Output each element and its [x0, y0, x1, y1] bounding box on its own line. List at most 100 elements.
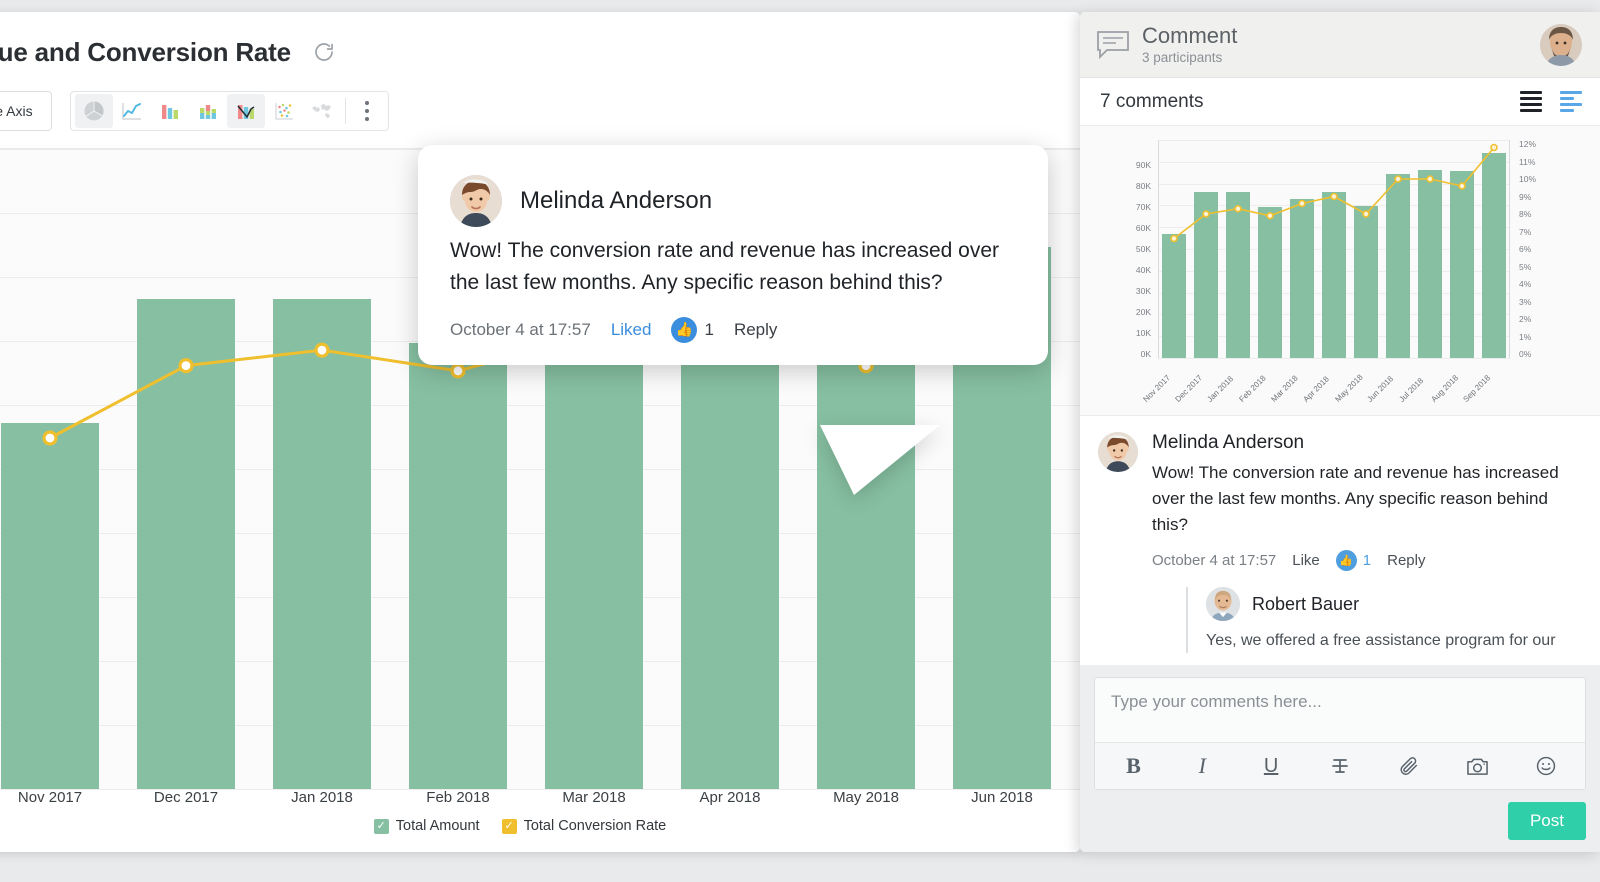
x-axis-tick: Nov 2017: [18, 789, 82, 806]
mini-x-tick: Feb 2018: [1237, 374, 1267, 404]
thumbs-up-icon: 👍: [671, 317, 697, 343]
callout-header: Melinda Anderson: [450, 175, 1016, 227]
avatar-melinda-anderson: [1098, 432, 1138, 472]
x-axis-tick: Mar 2018: [562, 789, 625, 806]
avatar-melinda-anderson: [450, 175, 502, 227]
mini-y2-tick: 6%: [1519, 244, 1531, 254]
mini-y-tick: 80K: [1136, 181, 1151, 191]
stacked-bar-chart-icon[interactable]: [189, 94, 227, 128]
callout-timestamp: October 4 at 17:57: [450, 320, 591, 340]
mini-x-tick: May 2018: [1333, 373, 1364, 404]
avatar-current-user[interactable]: [1540, 24, 1582, 66]
legend-checkbox[interactable]: ✓: [374, 819, 389, 834]
underline-icon[interactable]: U: [1249, 749, 1293, 783]
sidebar-mini-chart[interactable]: 0K10K20K30K40K50K60K70K80K90K 0%1%2%3%4%…: [1080, 126, 1600, 416]
comment-composer: Type your comments here... B I U: [1080, 665, 1600, 852]
x-axis-tick: Jan 2018: [291, 789, 353, 806]
reply-author: Robert Bauer: [1252, 594, 1359, 615]
avatar-robert-bauer: [1206, 587, 1240, 621]
bold-icon[interactable]: B: [1111, 749, 1155, 783]
merge-axis-button[interactable]: Merge Axis: [0, 91, 52, 131]
post-button[interactable]: Post: [1508, 802, 1586, 840]
mini-y-tick: 10K: [1136, 328, 1151, 338]
mini-x-tick: Mar 2018: [1269, 374, 1299, 404]
mini-x-tick: Aug 2018: [1429, 373, 1460, 404]
mini-x-tick: Jun 2018: [1365, 374, 1395, 404]
callout-reply-button[interactable]: Reply: [734, 320, 777, 340]
page-title: nue and Conversion Rate: [0, 37, 291, 68]
chart-legend: ✓ Total Amount ✓ Total Conversion Rate: [0, 818, 1080, 834]
comment-callout: Melinda Anderson Wow! The conversion rat…: [418, 145, 1048, 365]
chart-toolbar: Merge Axis: [0, 90, 389, 132]
callout-like-button[interactable]: Liked: [611, 320, 652, 340]
comment-author: Melinda Anderson: [1152, 432, 1582, 454]
legend-item[interactable]: ✓ Total Amount: [374, 818, 480, 834]
mini-y2-tick: 4%: [1519, 279, 1531, 289]
x-axis-tick: Jun 2018: [971, 789, 1033, 806]
legend-item[interactable]: ✓ Total Conversion Rate: [502, 818, 667, 834]
more-options-icon[interactable]: [350, 94, 384, 128]
camera-icon[interactable]: [1456, 749, 1500, 783]
mini-chart-plot: 0K10K20K30K40K50K60K70K80K90K 0%1%2%3%4%…: [1158, 140, 1510, 358]
x-axis-tick: Apr 2018: [700, 789, 761, 806]
mini-y2-tick: 3%: [1519, 297, 1531, 307]
mini-y-tick: 90K: [1136, 160, 1151, 170]
comment-count: 7 comments: [1100, 91, 1520, 113]
mini-y2-tick: 5%: [1519, 262, 1531, 272]
comment-content: Melinda Anderson Wow! The conversion rat…: [1152, 432, 1582, 653]
combo-chart-icon[interactable]: [227, 94, 265, 128]
sidebar-header-text: Comment 3 participants: [1142, 24, 1540, 64]
list-view-icon[interactable]: [1520, 91, 1542, 112]
composer-footer: Post: [1094, 790, 1586, 840]
comment-icon: [1096, 30, 1130, 60]
comment-meta: October 4 at 17:57 Like 👍 1 Reply: [1152, 550, 1582, 571]
mini-x-tick: Apr 2018: [1301, 375, 1330, 404]
app-screen: nue and Conversion Rate Merge Axis: [0, 0, 1600, 882]
legend-label: Total Conversion Rate: [524, 818, 667, 834]
scatter-chart-icon[interactable]: [265, 94, 303, 128]
mini-y-tick: 70K: [1136, 202, 1151, 212]
map-chart-icon[interactable]: [303, 94, 341, 128]
callout-like-count: 1: [704, 320, 713, 340]
sidebar-title: Comment: [1142, 24, 1540, 47]
mini-x-tick: Jul 2018: [1397, 376, 1425, 404]
mini-y2-tick: 12%: [1519, 139, 1536, 149]
strikethrough-icon[interactable]: [1318, 749, 1362, 783]
sidebar-participants: 3 participants: [1142, 50, 1540, 65]
sidebar-header: Comment 3 participants: [1080, 12, 1600, 78]
comment-reply-item: Robert Bauer Yes, we offered a free assi…: [1186, 587, 1582, 653]
mini-y2-tick: 8%: [1519, 209, 1531, 219]
mini-y2-tick: 2%: [1519, 314, 1531, 324]
mini-y-tick: 50K: [1136, 244, 1151, 254]
attachment-icon[interactable]: [1387, 749, 1431, 783]
mini-x-tick: Jan 2018: [1205, 374, 1235, 404]
comment-like-button[interactable]: Like: [1292, 552, 1320, 569]
thumbs-up-icon: 👍: [1336, 550, 1357, 571]
callout-text: Wow! The conversion rate and revenue has…: [450, 235, 1016, 299]
comment-item: Melinda Anderson Wow! The conversion rat…: [1098, 432, 1582, 653]
callout-like-count-group[interactable]: 👍 1: [671, 317, 713, 343]
mini-y2-tick: 0%: [1519, 349, 1531, 359]
callout-author: Melinda Anderson: [520, 187, 712, 215]
callout-tail: [820, 425, 950, 497]
comment-reply-button[interactable]: Reply: [1387, 552, 1425, 569]
mini-y2-tick: 11%: [1519, 157, 1535, 167]
italic-icon[interactable]: I: [1180, 749, 1224, 783]
mini-y-tick: 30K: [1136, 286, 1151, 296]
mini-y2-tick: 10%: [1519, 174, 1536, 184]
bar-chart-icon[interactable]: [151, 94, 189, 128]
chart-type-group: [70, 91, 389, 131]
legend-label: Total Amount: [396, 818, 480, 834]
comment-input[interactable]: Type your comments here...: [1095, 678, 1585, 742]
sidebar-count-row: 7 comments: [1080, 78, 1600, 126]
toolbar-divider: [345, 98, 346, 124]
callout-meta: October 4 at 17:57 Liked 👍 1 Reply: [450, 317, 1016, 343]
refresh-icon[interactable]: [311, 39, 337, 65]
mini-y-tick: 0K: [1141, 349, 1151, 359]
pie-chart-icon[interactable]: [75, 94, 113, 128]
detail-view-icon[interactable]: [1560, 91, 1582, 112]
emoji-icon[interactable]: [1524, 749, 1568, 783]
comment-like-count-group[interactable]: 👍 1: [1336, 550, 1371, 571]
line-chart-icon[interactable]: [113, 94, 151, 128]
legend-checkbox[interactable]: ✓: [502, 819, 517, 834]
